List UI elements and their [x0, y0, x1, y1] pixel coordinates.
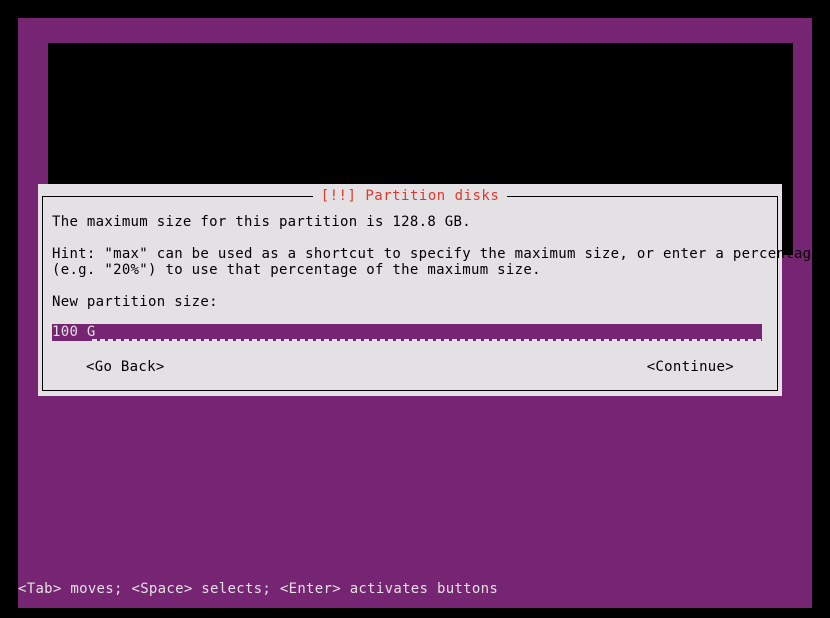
go-back-button[interactable]: <Go Back>: [86, 357, 165, 377]
partition-size-input[interactable]: 100 G: [52, 324, 762, 341]
status-bar: <Tab> moves; <Space> selects; <Enter> ac…: [18, 581, 499, 597]
dialog-title: [!!] Partition disks: [312, 188, 508, 205]
dialog-body: The maximum size for this partition is 1…: [38, 196, 821, 396]
max-size-text: The maximum size for this partition is 1…: [52, 214, 471, 230]
input-underline: [52, 339, 762, 341]
dialog-title-bar: [!!] Partition disks: [42, 188, 778, 205]
new-partition-size-label: New partition size:: [52, 294, 218, 310]
hint-text-line-1: Hint: "max" can be used as a shortcut to…: [52, 246, 821, 262]
partition-size-value: 100 G: [52, 324, 96, 340]
hint-text-line-2: (e.g. "20%") to use that percentage of t…: [52, 262, 541, 278]
partition-disks-dialog: [!!] Partition disks The maximum size fo…: [38, 184, 821, 396]
continue-button[interactable]: <Continue>: [647, 357, 734, 377]
dialog-button-row: <Go Back> <Continue>: [52, 357, 762, 377]
installer-console: [!!] Partition disks The maximum size fo…: [18, 18, 821, 608]
terminal-screen: [!!] Partition disks The maximum size fo…: [0, 0, 830, 618]
